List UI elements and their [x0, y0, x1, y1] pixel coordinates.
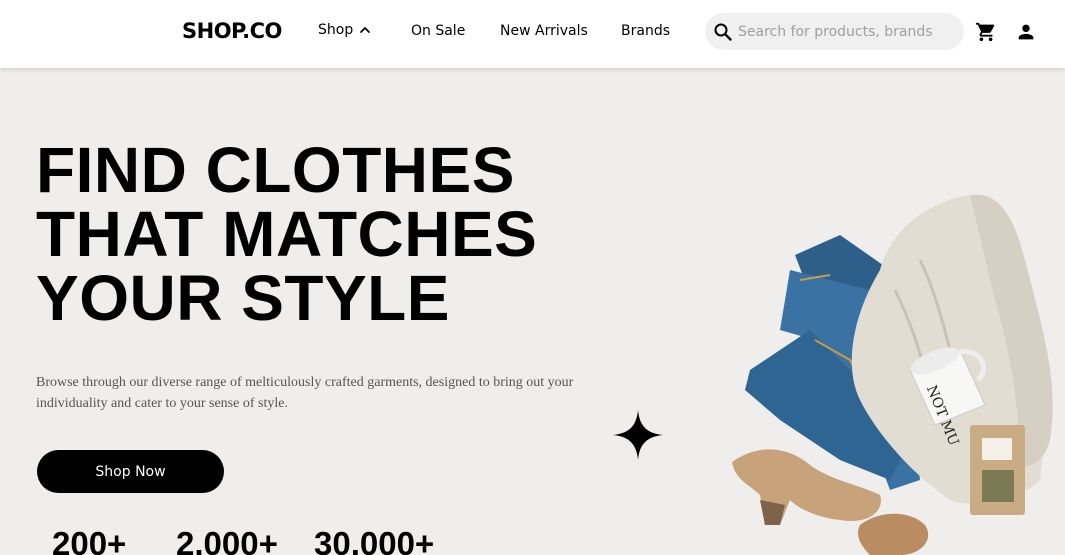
sparkle-icon [613, 410, 663, 460]
top-navbar: SHOP.CO Shop On Sale New Arrivals Brands [0, 0, 1065, 68]
stat-products: 2,000+ [176, 525, 278, 555]
nav-on-sale-link[interactable]: On Sale [411, 23, 465, 39]
shop-now-button[interactable]: Shop Now [37, 450, 224, 493]
hero-title-line: YOUR STYLE [36, 262, 450, 334]
cart-icon[interactable] [975, 21, 997, 43]
hero-title-line: FIND CLOTHES [36, 134, 515, 206]
hero-clothing-image: NOT MU [732, 194, 1053, 555]
nav-new-arrivals-link[interactable]: New Arrivals [500, 23, 588, 39]
user-icon[interactable] [1015, 21, 1037, 43]
chevron-up-icon [360, 27, 371, 33]
nav-shop-label: Shop [318, 22, 354, 38]
hero-description: Browse through our diverse range of melt… [36, 375, 574, 411]
hero-title: FIND CLOTHES THAT MATCHES YOUR STYLE [36, 138, 636, 330]
search-icon [714, 23, 732, 41]
nav-brands-link[interactable]: Brands [621, 23, 670, 39]
search-bar[interactable] [705, 13, 964, 50]
stat-customers: 30,000+ [314, 525, 435, 555]
stat-brands: 200+ [52, 525, 127, 555]
brand-logo[interactable]: SHOP.CO [182, 19, 282, 43]
tea-bag-illustration [970, 425, 1025, 515]
hero-title-line: THAT MATCHES [36, 198, 538, 270]
search-input[interactable] [738, 16, 934, 47]
nav-shop-dropdown[interactable]: Shop [318, 22, 371, 38]
